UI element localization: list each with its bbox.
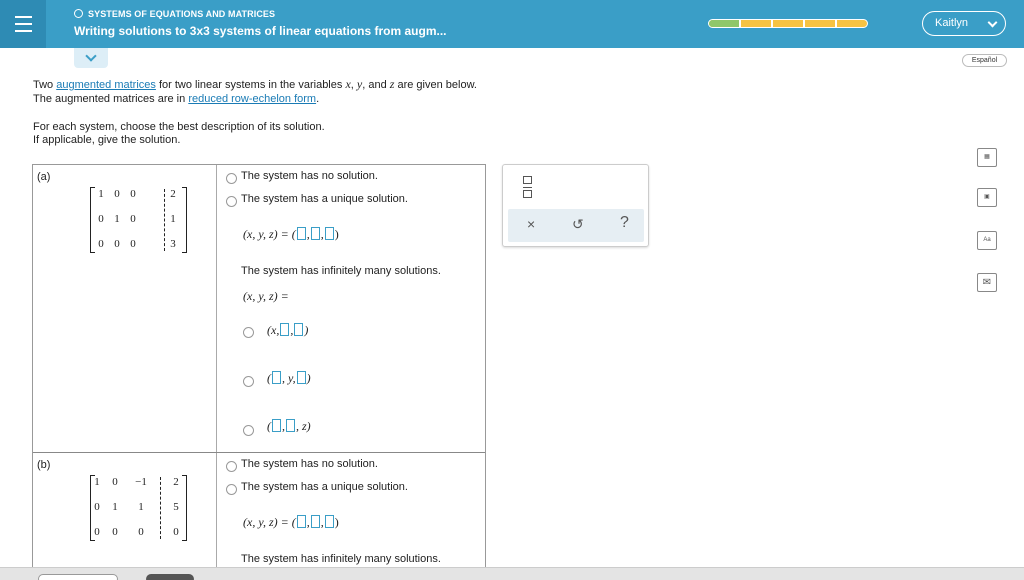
answer-box-y-b[interactable] [310,515,320,528]
radio-unique-solution-a[interactable] [226,196,237,207]
option-unique-solution-a: The system has a unique solution. [241,193,408,205]
progress-bar [708,19,868,28]
chevron-down-icon [987,17,998,28]
intro-line-1: Two augmented matrices for two linear sy… [33,77,477,91]
augmented-matrix-a: 1 0 0 2 0 1 0 1 0 0 0 3 [90,187,188,253]
answer-box-y-a[interactable] [310,227,320,240]
progress-divider [803,20,805,27]
problem-table: (a) 1 0 0 2 0 1 0 1 0 0 0 3 The system h… [32,164,486,568]
augmented-matrix-b: 1 0 −1 2 0 1 1 5 0 0 0 0 [90,475,188,541]
book-icon[interactable]: ▣ [977,188,997,207]
option-unique-solution-b: The system has a unique solution. [241,481,408,493]
topic-circle-icon [74,9,83,18]
instruction-line-1: For each system, choose the best descrip… [33,121,325,133]
undo-icon[interactable]: ↺ [572,216,584,233]
radio-no-solution-a[interactable] [226,173,237,184]
radio-form-3-a[interactable] [243,425,254,436]
progress-fill [709,20,741,27]
answer-box-form2-1[interactable] [272,371,281,384]
answer-box-x-a[interactable] [296,227,306,240]
radio-unique-solution-b[interactable] [226,484,237,495]
form-2-a: (, y,) [267,371,311,385]
page-title: Writing solutions to 3x3 systems of line… [74,24,447,38]
chevron-down-icon [85,50,97,62]
progress-divider [835,20,837,27]
form-1-a: (x,,) [267,323,309,337]
answer-box-form1-1[interactable] [280,323,290,336]
menu-icon[interactable] [0,0,46,48]
unique-solution-input-a: (x, y, z) = (,,) [243,227,339,241]
collapse-toggle[interactable] [74,48,108,68]
user-name: Kaitlyn [935,17,969,29]
instruction-line-2: If applicable, give the solution. [33,134,181,146]
radio-form-1-a[interactable] [243,327,254,338]
mail-icon[interactable]: ✉ [977,273,997,292]
option-infinite-solutions-b: The system has infinitely many solutions… [241,553,441,565]
help-icon[interactable]: ? [620,214,629,232]
math-tools-panel: × ↺ ? [502,164,649,247]
option-no-solution-b: The system has no solution. [241,458,378,470]
answer-box-form2-2[interactable] [296,371,306,384]
progress-divider [771,20,773,27]
answer-box-z-a[interactable] [324,227,334,240]
radio-form-2-a[interactable] [243,376,254,387]
bottom-button-filled[interactable] [146,574,194,580]
user-menu-button[interactable]: Kaitlyn [922,11,1006,36]
tools-action-bar: × ↺ ? [508,209,644,242]
clear-icon[interactable]: × [527,216,535,232]
unique-solution-input-b: (x, y, z) = (,,) [243,515,339,529]
answer-box-form3-1[interactable] [272,419,281,432]
fraction-icon[interactable] [523,176,532,200]
answer-box-z-b[interactable] [324,515,334,528]
language-button[interactable]: Español [962,54,1007,67]
infinite-solution-lhs-a: (x, y, z) = [243,289,289,303]
form-3-a: (,, z) [267,419,311,433]
answer-box-form1-2[interactable] [294,323,304,336]
answer-box-x-b[interactable] [296,515,306,528]
option-infinite-solutions-a: The system has infinitely many solutions… [241,265,441,277]
topic-heading: SYSTEMS OF EQUATIONS AND MATRICES [74,9,275,19]
radio-no-solution-b[interactable] [226,461,237,472]
part-b-label: (b) [37,459,51,471]
intro-line-2: The augmented matrices are in reduced ro… [33,93,320,105]
bottom-action-bar [0,567,1024,580]
answer-box-form3-2[interactable] [286,419,295,432]
rref-link[interactable]: reduced row-echelon form [188,93,316,105]
part-a-label: (a) [37,171,51,183]
option-no-solution-a: The system has no solution. [241,170,378,182]
bottom-button-outline[interactable] [38,574,118,580]
progress-divider [739,20,741,27]
topic-text: SYSTEMS OF EQUATIONS AND MATRICES [88,9,276,19]
glossary-icon[interactable]: Aa [977,231,997,250]
calculator-icon[interactable]: ▦ [977,148,997,167]
augmented-matrices-link[interactable]: augmented matrices [56,79,156,91]
top-bar: SYSTEMS OF EQUATIONS AND MATRICES Writin… [0,0,1024,48]
